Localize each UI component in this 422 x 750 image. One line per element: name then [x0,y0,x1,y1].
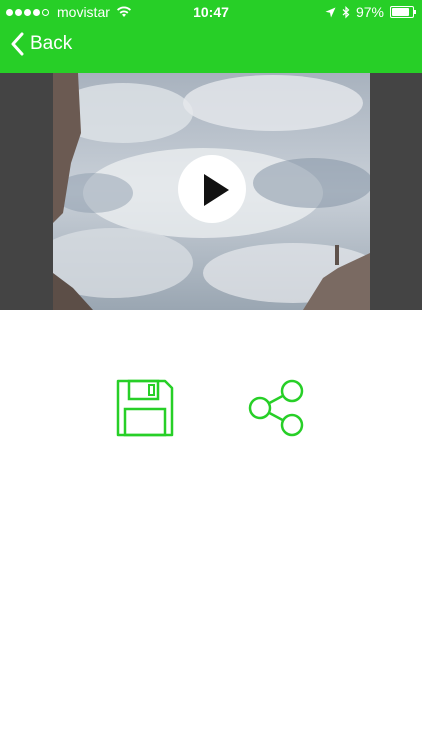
chevron-left-icon [11,32,24,56]
back-label: Back [30,33,73,54]
back-button[interactable]: Back [10,32,72,56]
navigation-bar: Back [0,24,422,73]
share-button[interactable] [247,378,307,438]
app-header: movistar 10:47 97% Back [0,0,422,73]
status-right: 97% [325,4,416,20]
share-icon [248,379,304,437]
battery-icon [390,6,416,18]
location-arrow-icon [325,7,336,17]
play-icon [204,174,229,206]
video-player [0,73,422,310]
bluetooth-icon [342,5,350,18]
play-button[interactable] [178,155,246,223]
floppy-disk-icon [116,379,174,437]
battery-fill [392,8,410,16]
battery-percent: 97% [355,4,384,20]
status-bar: movistar 10:47 97% [0,0,422,24]
video-thumbnail [53,73,370,310]
save-button[interactable] [115,378,175,438]
